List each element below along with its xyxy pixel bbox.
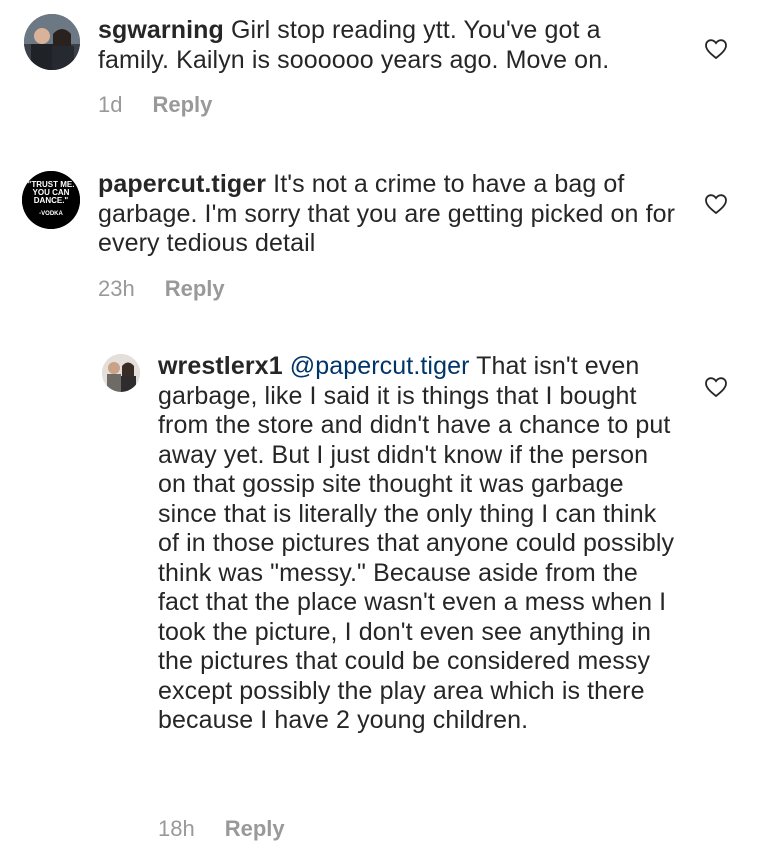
avatar-text-line: DANCE." bbox=[34, 196, 69, 205]
comment-text: sgwarning Girl stop reading ytt. You've … bbox=[98, 16, 678, 75]
heart-outline-icon[interactable] bbox=[704, 193, 728, 215]
avatar[interactable] bbox=[102, 354, 140, 392]
comment-text: wrestlerx1 @papercut.tiger That isn't ev… bbox=[158, 352, 678, 736]
username[interactable]: papercut.tiger bbox=[98, 170, 266, 198]
avatar[interactable]: "TRUST ME. YOU CAN DANCE." -VODKA bbox=[22, 171, 80, 229]
comment-body: That isn't even garbage, like I said it … bbox=[158, 352, 675, 734]
reply-button[interactable]: Reply bbox=[225, 816, 285, 841]
username[interactable]: wrestlerx1 bbox=[158, 352, 283, 380]
avatar-text-line: -VODKA bbox=[39, 211, 63, 217]
reply-button[interactable]: Reply bbox=[165, 276, 225, 301]
comment-meta: 18h Reply bbox=[158, 816, 285, 842]
reply-button[interactable]: Reply bbox=[152, 92, 212, 117]
heart-outline-icon[interactable] bbox=[704, 38, 728, 60]
avatar[interactable] bbox=[24, 14, 80, 70]
profile-photo-icon: "TRUST ME. YOU CAN DANCE." -VODKA bbox=[22, 171, 80, 229]
comment-meta: 1d Reply bbox=[98, 92, 212, 118]
timestamp: 1d bbox=[98, 92, 123, 117]
comment-meta: 23h Reply bbox=[98, 276, 225, 302]
mention-link[interactable]: @papercut.tiger bbox=[290, 352, 470, 380]
timestamp: 18h bbox=[158, 816, 195, 841]
profile-photo-icon bbox=[102, 354, 140, 392]
username[interactable]: sgwarning bbox=[98, 16, 224, 44]
profile-photo-icon bbox=[24, 14, 80, 70]
heart-outline-icon[interactable] bbox=[704, 376, 728, 398]
comment-text: papercut.tiger It's not a crime to have … bbox=[98, 170, 678, 259]
timestamp: 23h bbox=[98, 276, 135, 301]
